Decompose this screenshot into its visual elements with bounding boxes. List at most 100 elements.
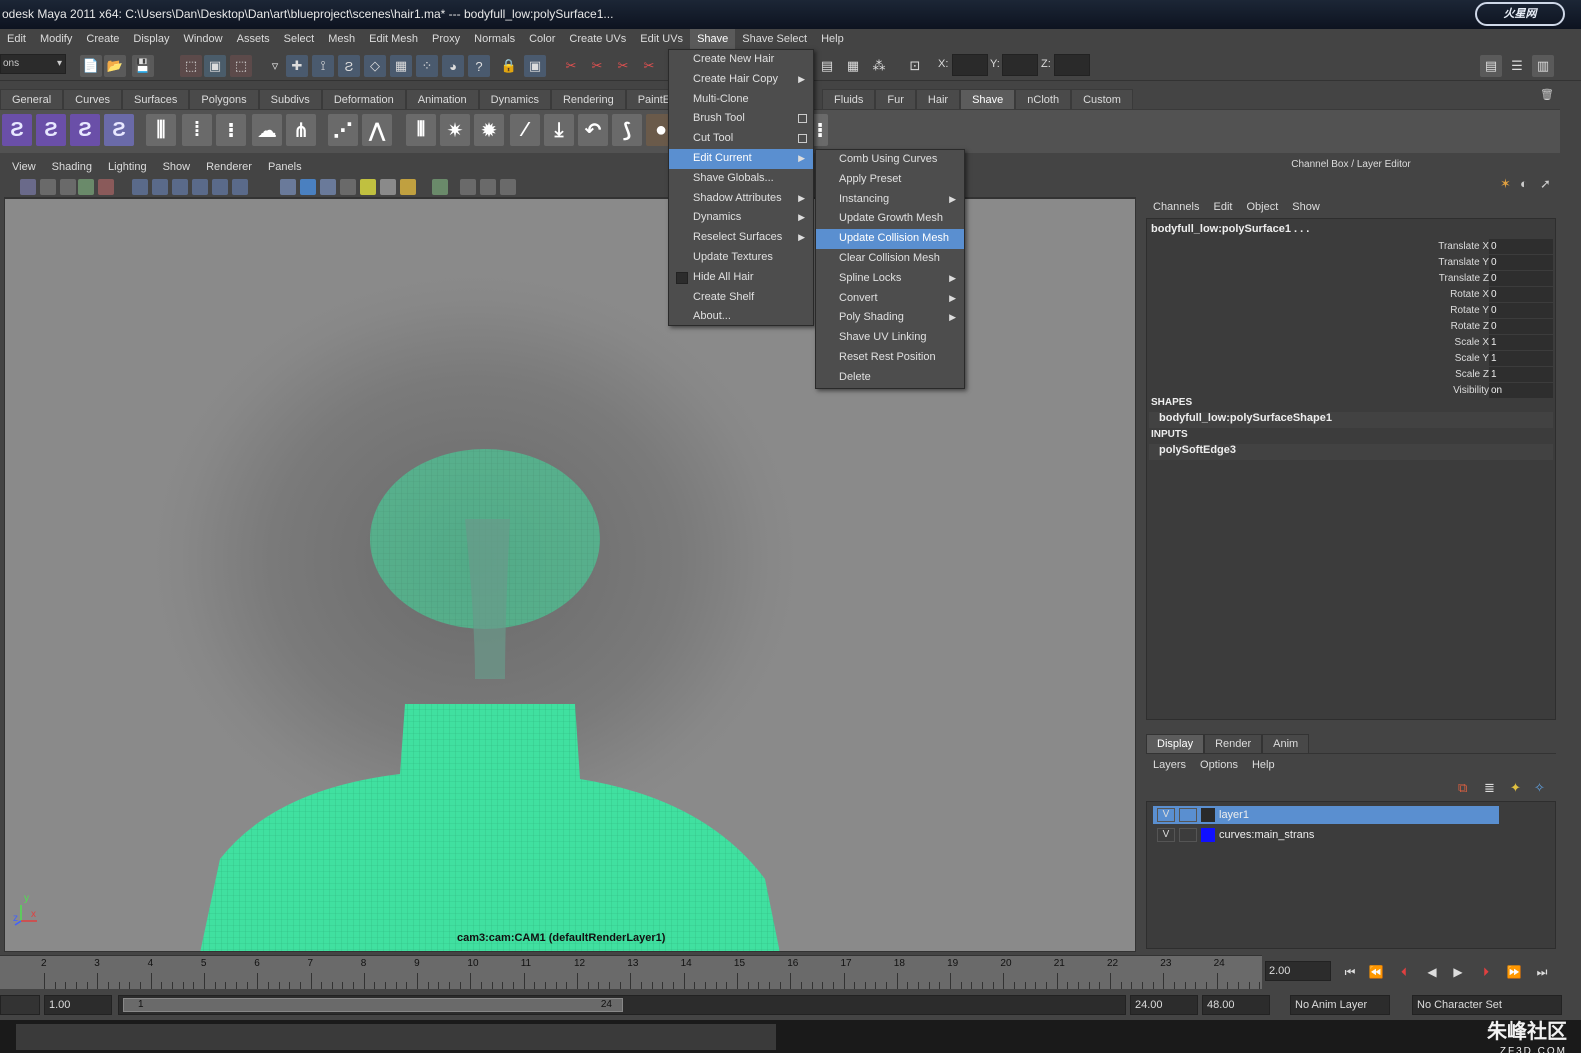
current-time-field[interactable]: 2.00	[1265, 961, 1331, 981]
layer-color-swatch[interactable]	[1201, 808, 1215, 822]
snap-curve-icon[interactable]: ⟟	[312, 55, 334, 77]
option-box-icon[interactable]	[798, 134, 807, 144]
viewport-menu-show[interactable]: Show	[155, 161, 199, 173]
safe-action-icon[interactable]	[232, 179, 248, 195]
menu-assets[interactable]: Assets	[230, 29, 277, 50]
select-object-icon[interactable]: ▣	[204, 55, 226, 77]
attr-row-translate-y[interactable]: Translate Y0	[1147, 255, 1557, 271]
attr-row-rotate-z[interactable]: Rotate Z0	[1147, 319, 1557, 335]
checkbox-icon[interactable]	[676, 271, 688, 284]
shelf-tab-fur[interactable]: Fur	[875, 89, 916, 109]
attr-value-field[interactable]: 0	[1489, 239, 1553, 254]
menu-proxy[interactable]: Proxy	[425, 29, 467, 50]
visibility-toggle[interactable]: V	[1157, 828, 1175, 842]
submenu-item-reset-rest-position[interactable]: Reset Rest Position	[816, 348, 964, 368]
shave-menu-item-reselect-surfaces[interactable]: Reselect Surfaces ▶	[669, 228, 813, 248]
layer-tab-render[interactable]: Render	[1204, 734, 1263, 753]
shave-menu-item-create-shelf[interactable]: Create Shelf	[669, 288, 813, 308]
shave-menu-item-dynamics[interactable]: Dynamics ▶	[669, 208, 813, 228]
render-frame-icon[interactable]: ✂	[560, 55, 582, 77]
xray-components-icon[interactable]	[500, 179, 516, 195]
visibility-toggle[interactable]: V	[1157, 808, 1175, 822]
wireframe-on-shaded-icon[interactable]	[320, 179, 336, 195]
max-time-field[interactable]: 48.00	[1202, 995, 1270, 1015]
trash-icon[interactable]: 🗑	[1540, 88, 1554, 104]
attr-value-field[interactable]: on	[1489, 383, 1553, 398]
ipr-render-icon[interactable]: ✂	[586, 55, 608, 77]
transform-field-mode-icon[interactable]: ⊡	[904, 55, 926, 77]
hypershade-icon[interactable]: ✂	[638, 55, 660, 77]
snap-grid-icon[interactable]: ✚	[286, 55, 308, 77]
z-field[interactable]	[1054, 54, 1090, 76]
submenu-item-clear-collision-mesh[interactable]: Clear Collision Mesh	[816, 249, 964, 269]
play-forward-icon[interactable]: ▶	[1446, 963, 1470, 981]
camera-attrs-icon[interactable]	[40, 179, 56, 195]
submenu-item-delete[interactable]: Delete	[816, 368, 964, 388]
menu-mesh[interactable]: Mesh	[321, 29, 362, 50]
attr-value-field[interactable]: 0	[1489, 319, 1553, 334]
anim-layer-dropdown[interactable]: No Anim Layer	[1290, 995, 1390, 1015]
viewport-menu-panels[interactable]: Panels	[260, 161, 310, 173]
shape-node-row[interactable]: bodyfull_low:polySurfaceShape1	[1149, 412, 1553, 428]
end-time-field[interactable]: 24.00	[1130, 995, 1198, 1015]
attr-row-scale-z[interactable]: Scale Z1	[1147, 367, 1557, 383]
attr-row-translate-x[interactable]: Translate X0	[1147, 239, 1557, 255]
undo-icon[interactable]: ↶	[578, 114, 608, 146]
display-type-toggle[interactable]	[1179, 808, 1197, 822]
guide-tool-icon[interactable]: ⁞	[182, 114, 212, 146]
lock-icon[interactable]: 🔒	[498, 55, 520, 77]
outliner-icon[interactable]: ▦	[842, 55, 864, 77]
hair-tool-icon[interactable]: ☁	[252, 114, 282, 146]
command-line-input[interactable]	[16, 1024, 776, 1050]
shelf-tab-subdivs[interactable]: Subdivs	[258, 89, 322, 109]
xray-icon[interactable]	[460, 179, 476, 195]
swirl-icon[interactable]: ⟆	[612, 114, 642, 146]
shelf-tab-hair[interactable]: Hair	[915, 89, 961, 109]
axis-icon[interactable]: ✶	[1500, 176, 1511, 192]
menu-shave-select[interactable]: Shave Select	[735, 29, 814, 50]
construction-icon[interactable]: ◕	[442, 55, 464, 77]
isolate-select-icon[interactable]	[432, 179, 448, 195]
shave-menu-item-shadow-attributes[interactable]: Shadow Attributes ▶	[669, 189, 813, 209]
go-to-end-icon[interactable]: ⏭	[1530, 963, 1554, 981]
submenu-item-instancing[interactable]: Instancing ▶	[816, 190, 964, 210]
channel-menu-object[interactable]: Object	[1239, 201, 1285, 213]
shave-menu-item-hide-all-hair[interactable]: Hide All Hair	[669, 268, 813, 288]
lights-icon[interactable]	[360, 179, 376, 195]
shave-menu-item-about[interactable]: About...	[669, 307, 813, 327]
shelf-extra-icon[interactable]: ⁝	[812, 114, 828, 146]
curve-tool-icon[interactable]: Ƨ	[2, 114, 32, 146]
attr-row-rotate-x[interactable]: Rotate X0	[1147, 287, 1557, 303]
viewport-menu-renderer[interactable]: Renderer	[198, 161, 260, 173]
option-box-icon[interactable]	[798, 114, 807, 124]
channel-box-toggle-icon[interactable]: ▥	[1532, 55, 1554, 77]
open-scene-icon[interactable]: 📂	[104, 55, 126, 77]
start-time-field-left[interactable]	[0, 995, 40, 1015]
grid-icon[interactable]	[132, 179, 148, 195]
menu-display[interactable]: Display	[126, 29, 176, 50]
layer-tab-display[interactable]: Display	[1146, 734, 1205, 753]
menu-create-uvs[interactable]: Create UVs	[562, 29, 633, 50]
shelf-tab-shave[interactable]: Shave	[960, 89, 1016, 109]
character-set-dropdown[interactable]: No Character Set	[1412, 995, 1562, 1015]
submenu-item-spline-locks[interactable]: Spline Locks ▶	[816, 269, 964, 289]
start-time-field[interactable]: 1.00	[44, 995, 112, 1015]
comb-tool-icon[interactable]: ⋀	[362, 114, 392, 146]
submenu-item-shave-uv-linking[interactable]: Shave UV Linking	[816, 328, 964, 348]
menu-window[interactable]: Window	[176, 29, 229, 50]
down-arrow-icon[interactable]: ⤓	[544, 114, 574, 146]
input-node-row[interactable]: polySoftEdge3	[1149, 444, 1553, 460]
select-camera-icon[interactable]	[20, 179, 36, 195]
menu-color[interactable]: Color	[522, 29, 562, 50]
menu-shave[interactable]: Shave	[690, 29, 736, 50]
step-back-key-icon[interactable]: ⏪	[1364, 963, 1388, 981]
layer-tab-anim[interactable]: Anim	[1262, 734, 1310, 753]
shave-menu-item-brush-tool[interactable]: Brush Tool	[669, 109, 813, 129]
shelf-tab-dynamics[interactable]: Dynamics	[478, 89, 551, 109]
menu-select[interactable]: Select	[277, 29, 322, 50]
texture-icon[interactable]	[340, 179, 356, 195]
viewport-menu-lighting[interactable]: Lighting	[100, 161, 155, 173]
field-chart-icon[interactable]	[212, 179, 228, 195]
layer-color-swatch[interactable]	[1201, 828, 1215, 842]
attr-row-scale-x[interactable]: Scale X1	[1147, 335, 1557, 351]
